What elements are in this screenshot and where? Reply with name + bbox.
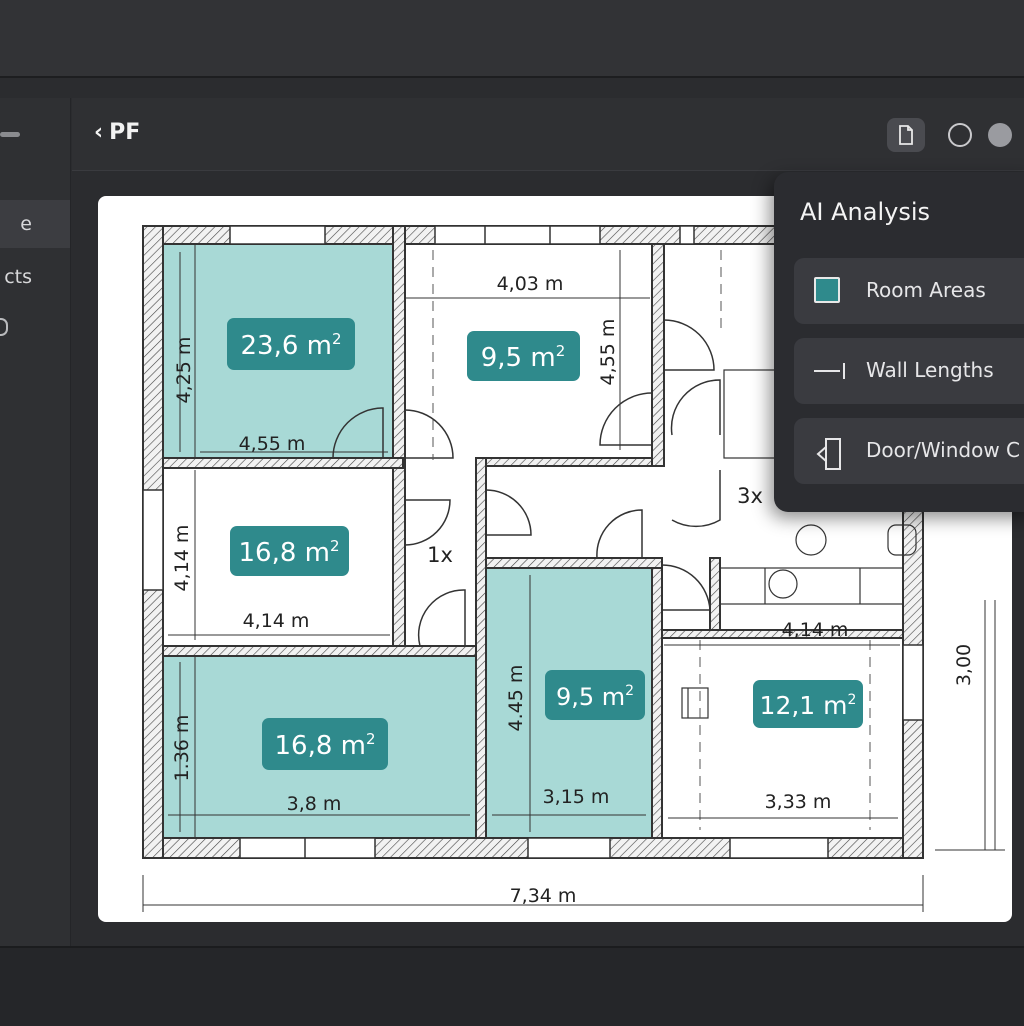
count-label: 1x xyxy=(427,543,453,567)
dim-label: 4,55 m xyxy=(239,433,306,455)
sidebar-handle[interactable] xyxy=(0,132,20,137)
dim-label: 4,14 m xyxy=(782,619,849,641)
door-window-button[interactable]: Door/Window C xyxy=(794,418,1024,484)
dim-label: 3,15 m xyxy=(543,786,610,808)
dim-label: 4.45 m xyxy=(505,665,527,732)
project-title: PF xyxy=(109,120,141,145)
wall-lengths-label: Wall Lengths xyxy=(866,358,994,382)
dim-label: 4,14 m xyxy=(171,525,193,592)
svg-text:16,8 m2: 16,8 m2 xyxy=(238,537,339,568)
dim-label: 4,25 m xyxy=(173,337,195,404)
sidebar-item-1[interactable]: e xyxy=(0,200,70,248)
dim-label: 1.36 m xyxy=(171,715,193,782)
chevron-left-icon: ‹ xyxy=(94,120,104,145)
door-window-label: Door/Window C xyxy=(866,438,1021,462)
circle-filled-button[interactable] xyxy=(988,123,1012,147)
back-button[interactable]: ‹ PF xyxy=(94,120,140,145)
top-bar xyxy=(0,0,1024,78)
svg-text:23,6 m2: 23,6 m2 xyxy=(240,330,341,361)
panel-title: AI Analysis xyxy=(800,198,931,226)
door-icon xyxy=(814,437,842,470)
sidebar-item-icon[interactable] xyxy=(0,318,8,336)
dim-label: 4,14 m xyxy=(243,610,310,632)
bottom-bar xyxy=(0,946,1024,1026)
wall-lengths-button[interactable]: Wall Lengths xyxy=(794,338,1024,404)
dim-label: 7,34 m xyxy=(510,885,577,907)
circle-outline-button[interactable] xyxy=(948,123,972,147)
ai-analysis-panel: AI Analysis Room Areas Wall Lengths Door… xyxy=(774,172,1024,512)
svg-text:16,8 m2: 16,8 m2 xyxy=(274,730,375,761)
sidebar: e cts xyxy=(0,98,71,946)
dim-label: 3,00 xyxy=(953,644,975,686)
room-areas-label: Room Areas xyxy=(866,278,986,302)
dim-label: 4,03 m xyxy=(497,273,564,295)
sidebar-item-label: e xyxy=(20,213,32,235)
svg-text:12,1 m2: 12,1 m2 xyxy=(760,691,857,720)
room-areas-button[interactable]: Room Areas xyxy=(794,258,1024,324)
area-label: 23,6 m2 xyxy=(227,318,355,370)
sidebar-item-2[interactable]: cts xyxy=(0,253,70,301)
document-icon xyxy=(899,125,913,145)
dim-label: 3,33 m xyxy=(765,791,832,813)
area-label: 16,8 m2 xyxy=(262,718,388,770)
area-label: 9,5 m2 xyxy=(467,331,580,381)
svg-text:9,5 m2: 9,5 m2 xyxy=(481,342,566,373)
area-label: 16,8 m2 xyxy=(230,526,349,576)
count-label: 3x xyxy=(737,484,763,508)
dim-label: 3,8 m xyxy=(287,793,342,815)
area-label: 9,5 m2 xyxy=(545,670,645,720)
square-swatch-icon xyxy=(814,277,842,305)
ruler-line-icon xyxy=(814,357,845,385)
dim-label: 4,55 m xyxy=(597,319,619,386)
sidebar-item-label: cts xyxy=(4,266,32,288)
main-header xyxy=(72,98,1024,171)
document-button[interactable] xyxy=(887,118,925,152)
area-label: 12,1 m2 xyxy=(753,680,863,728)
svg-text:9,5 m2: 9,5 m2 xyxy=(556,683,634,711)
